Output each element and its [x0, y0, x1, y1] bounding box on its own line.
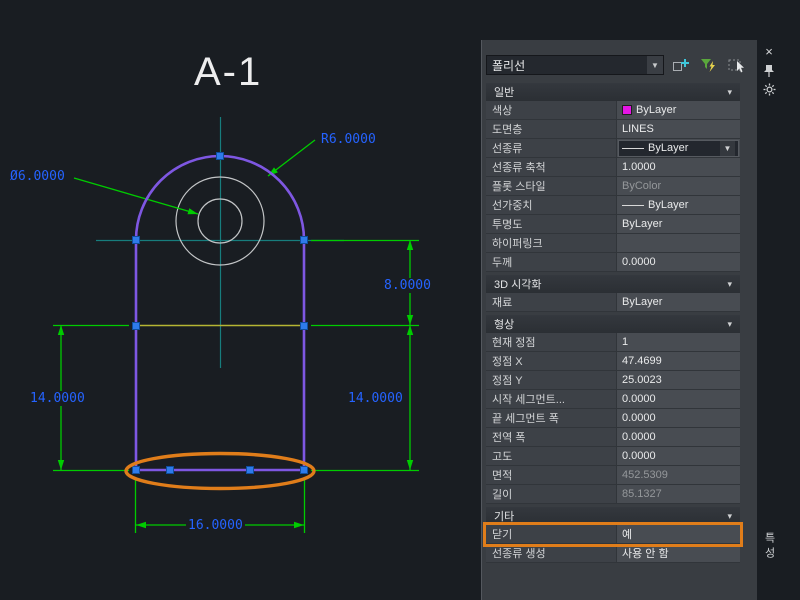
dim-label-width-bottom: 16.0000 [186, 518, 245, 533]
chevron-down-icon: ▾ [727, 510, 732, 521]
property-row-lineweight: 선가중치 ByLayer [486, 196, 740, 215]
dimension-lines [53, 139, 419, 533]
grip[interactable] [246, 466, 254, 474]
chevron-down-icon: ▾ [727, 86, 732, 97]
property-row-closed: 닫기 예 [483, 522, 743, 547]
grip[interactable] [300, 322, 308, 330]
object-type-dropdown[interactable]: 폴리선 ▼ [486, 55, 664, 75]
chevron-down-icon: ▼ [647, 56, 663, 74]
dim-label-height-upper: 8.0000 [382, 278, 433, 293]
property-row-material: 재료 ByLayer [486, 293, 740, 312]
settings-gear-icon[interactable] [763, 83, 776, 98]
palette-vertical-title[interactable]: 특성 [761, 532, 777, 562]
property-row-length: 길이 85.1327 [486, 485, 740, 504]
property-row-transparency: 투명도 ByLayer [486, 215, 740, 234]
chevron-down-icon: ▼ [720, 140, 735, 156]
grip[interactable] [300, 236, 308, 244]
property-row-vertex-y: 정점 Y 25.0023 [486, 371, 740, 390]
pickadd-toggle-icon[interactable] [670, 55, 692, 75]
select-objects-icon[interactable] [726, 55, 748, 75]
property-row-area: 면적 452.5309 [486, 466, 740, 485]
property-row-vertex-x: 정점 X 47.4699 [486, 352, 740, 371]
dim-label-height-right: 14.0000 [346, 391, 405, 406]
section-header-misc[interactable]: 기타 ▾ [486, 507, 740, 525]
autohide-pin-icon[interactable] [763, 64, 775, 79]
property-row-hyperlink: 하이퍼링크 [486, 234, 740, 253]
dim-label-diameter: Ø6.0000 [8, 169, 67, 184]
section-header-general[interactable]: 일반 ▾ [486, 83, 740, 101]
quick-select-icon[interactable] [698, 55, 720, 75]
property-row-thickness: 두께 0.0000 [486, 253, 740, 272]
property-row-layer: 도면층 LINES [486, 120, 740, 139]
dimension-arrowheads [57, 167, 414, 529]
chevron-down-icon: ▾ [727, 318, 732, 329]
close-icon[interactable]: × [765, 45, 773, 60]
lineweight-sample [622, 204, 644, 206]
section-header-geometry[interactable]: 형상 ▾ [486, 315, 740, 333]
grip[interactable] [132, 322, 140, 330]
chevron-down-icon: ▾ [727, 278, 732, 289]
property-row-linetype-scale: 선종류 축척 1.0000 [486, 158, 740, 177]
dim-label-radius: R6.0000 [319, 132, 378, 147]
linetype-sample [622, 147, 644, 149]
property-row-global-width: 전역 폭 0.0000 [486, 428, 740, 447]
color-swatch [622, 105, 632, 115]
property-row-end-segment-width: 끝 세그먼트 폭 0.0000 [486, 409, 740, 428]
linetype-dropdown[interactable]: ByLayer ▼ [618, 139, 739, 157]
property-row-current-vertex: 현재 정점 1 [486, 333, 740, 352]
grip[interactable] [132, 236, 140, 244]
section-header-3d-visualization[interactable]: 3D 시각화 ▾ [486, 275, 740, 293]
dim-label-height-left: 14.0000 [28, 391, 87, 406]
grip[interactable] [300, 466, 308, 474]
property-row-plot-style: 플롯 스타일 ByColor [486, 177, 740, 196]
property-row-color: 색상 ByLayer [486, 101, 740, 120]
properties-palette: 폴리선 ▼ 일반 ▾ 색상 ByLayer 도면층 LINES 선종류 ByLa… [481, 40, 757, 600]
property-row-elevation: 고도 0.0000 [486, 447, 740, 466]
property-row-linetype: 선종류 ByLayer ▼ [486, 139, 740, 158]
property-row-start-segment-width: 시작 세그먼트... 0.0000 [486, 390, 740, 409]
grip[interactable] [216, 152, 224, 160]
property-row-linetype-generation: 선종류 생성 사용 안 함 [486, 544, 740, 563]
palette-toolbar: 폴리선 ▼ [486, 55, 757, 75]
palette-title-bar: × 특성 [758, 40, 780, 600]
grip[interactable] [166, 466, 174, 474]
object-type-label: 폴리선 [492, 58, 526, 73]
grip[interactable] [132, 466, 140, 474]
drawing-title: A-1 [194, 50, 263, 94]
